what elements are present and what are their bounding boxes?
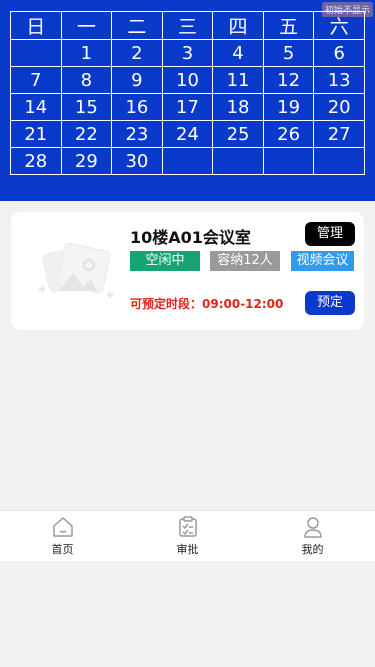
day-cell[interactable]: 27 bbox=[313, 120, 365, 148]
tab-label: 首页 bbox=[51, 543, 74, 556]
day-cell[interactable]: 14 bbox=[10, 93, 62, 121]
day-cell[interactable]: 16 bbox=[111, 93, 163, 121]
day-cell[interactable]: 24 bbox=[161, 120, 214, 148]
book-button[interactable]: 预定 bbox=[305, 291, 355, 315]
day-cell[interactable]: 1 bbox=[60, 39, 113, 67]
day-cell[interactable]: 26 bbox=[262, 120, 315, 148]
day-cell[interactable]: 15 bbox=[60, 93, 113, 121]
day-cell[interactable] bbox=[313, 147, 365, 175]
home-icon bbox=[53, 517, 73, 537]
weekday-label: 四 bbox=[212, 11, 264, 40]
day-cell[interactable] bbox=[262, 147, 315, 175]
room-title: 10楼A01会议室 bbox=[130, 228, 251, 247]
day-cell[interactable]: 28 bbox=[10, 147, 62, 175]
tab-profile[interactable]: 我的 bbox=[250, 511, 375, 561]
capacity-badge: 容纳12人 bbox=[210, 251, 280, 271]
weekday-label: 一 bbox=[60, 11, 113, 40]
weekday-label: 六 bbox=[313, 11, 365, 40]
bottom-tab-bar: 首页 审批 我的 bbox=[0, 510, 375, 561]
day-cell[interactable]: 18 bbox=[212, 93, 264, 121]
day-cell[interactable]: 17 bbox=[161, 93, 214, 121]
weekday-label: 二 bbox=[111, 11, 163, 40]
tab-home[interactable]: 首页 bbox=[0, 511, 125, 561]
weekday-label: 三 bbox=[161, 11, 214, 40]
room-card[interactable]: 10楼A01会议室 管理 空闲中 容纳12人 视频会议 可预定时段：09:00-… bbox=[11, 212, 364, 330]
available-time-text: 可预定时段：09:00-12:00 bbox=[130, 297, 284, 311]
calendar-grid: 日 一 二 三 四 五 六 1 2 3 4 5 6 7 8 9 10 11 12… bbox=[10, 11, 365, 175]
tab-label: 我的 bbox=[301, 543, 324, 556]
image-placeholder-icon bbox=[39, 242, 113, 298]
user-icon bbox=[304, 517, 322, 538]
day-cell[interactable]: 6 bbox=[313, 39, 365, 67]
day-cell[interactable]: 23 bbox=[111, 120, 163, 148]
day-cell[interactable]: 4 bbox=[212, 39, 264, 67]
day-cell[interactable]: 9 bbox=[111, 66, 163, 94]
day-cell[interactable]: 5 bbox=[262, 39, 315, 67]
day-cell[interactable]: 29 bbox=[60, 147, 113, 175]
day-cell[interactable]: 11 bbox=[212, 66, 264, 94]
day-cell[interactable]: 20 bbox=[313, 93, 365, 121]
day-cell[interactable]: 13 bbox=[313, 66, 365, 94]
status-badge: 空闲中 bbox=[130, 251, 200, 271]
day-cell[interactable] bbox=[161, 147, 214, 175]
day-cell[interactable]: 2 bbox=[111, 39, 163, 67]
tab-approval[interactable]: 审批 bbox=[125, 511, 250, 561]
clipboard-check-icon bbox=[179, 516, 197, 537]
day-cell[interactable]: 22 bbox=[60, 120, 113, 148]
day-cell[interactable] bbox=[10, 39, 62, 67]
day-cell[interactable]: 8 bbox=[60, 66, 113, 94]
tab-label: 审批 bbox=[176, 543, 199, 556]
day-cell[interactable]: 21 bbox=[10, 120, 62, 148]
feature-badge: 视频会议 bbox=[291, 251, 354, 271]
day-cell[interactable]: 10 bbox=[161, 66, 214, 94]
weekday-label: 日 bbox=[10, 11, 62, 40]
day-cell[interactable]: 3 bbox=[161, 39, 214, 67]
day-cell[interactable]: 19 bbox=[262, 93, 315, 121]
day-cell[interactable]: 7 bbox=[10, 66, 62, 94]
manage-button[interactable]: 管理 bbox=[305, 222, 355, 246]
day-cell[interactable]: 12 bbox=[262, 66, 315, 94]
day-cell[interactable]: 30 bbox=[111, 147, 163, 175]
calendar-panel: 初始不显示 日 一 二 三 四 五 六 1 2 3 4 5 6 7 8 9 10… bbox=[0, 0, 375, 201]
weekday-label: 五 bbox=[262, 11, 315, 40]
day-cell[interactable]: 25 bbox=[212, 120, 264, 148]
day-cell[interactable] bbox=[212, 147, 264, 175]
